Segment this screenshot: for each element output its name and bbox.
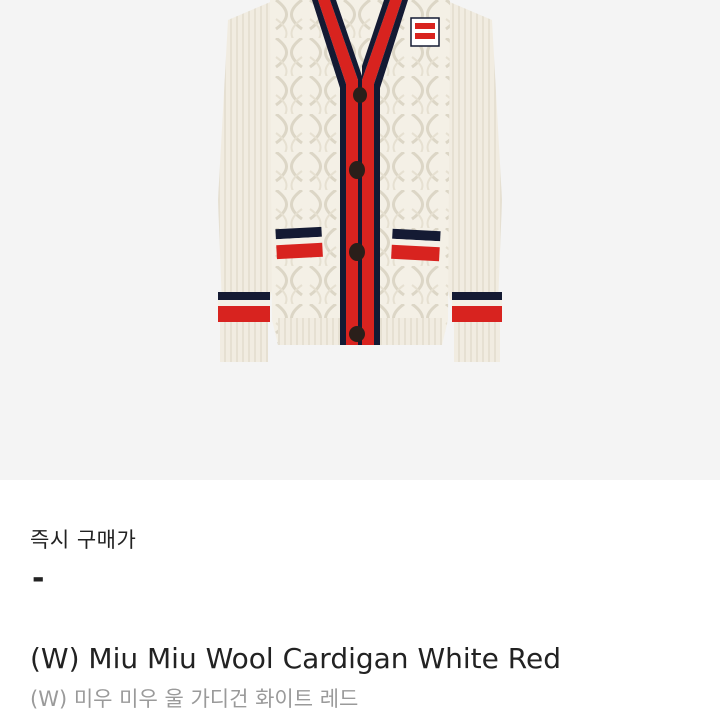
buy-now-price-label: 즉시 구매가 — [30, 528, 137, 552]
left-cuff — [218, 292, 270, 362]
product-title-english: (W) Miu Miu Wool Cardigan White Red — [30, 642, 561, 675]
left-pocket — [275, 226, 323, 260]
logo-patch — [410, 17, 440, 47]
product-title-korean: (W) 미우 미우 울 가디건 화이트 레드 — [30, 687, 359, 711]
right-pocket — [391, 228, 441, 262]
product-image[interactable] — [0, 0, 720, 480]
buy-now-price-value: - — [32, 561, 45, 596]
product-detail-screen: 즉시 구매가 - (W) Miu Miu Wool Cardigan White… — [0, 0, 720, 720]
right-cuff — [452, 292, 502, 362]
cardigan-illustration — [218, 0, 502, 362]
